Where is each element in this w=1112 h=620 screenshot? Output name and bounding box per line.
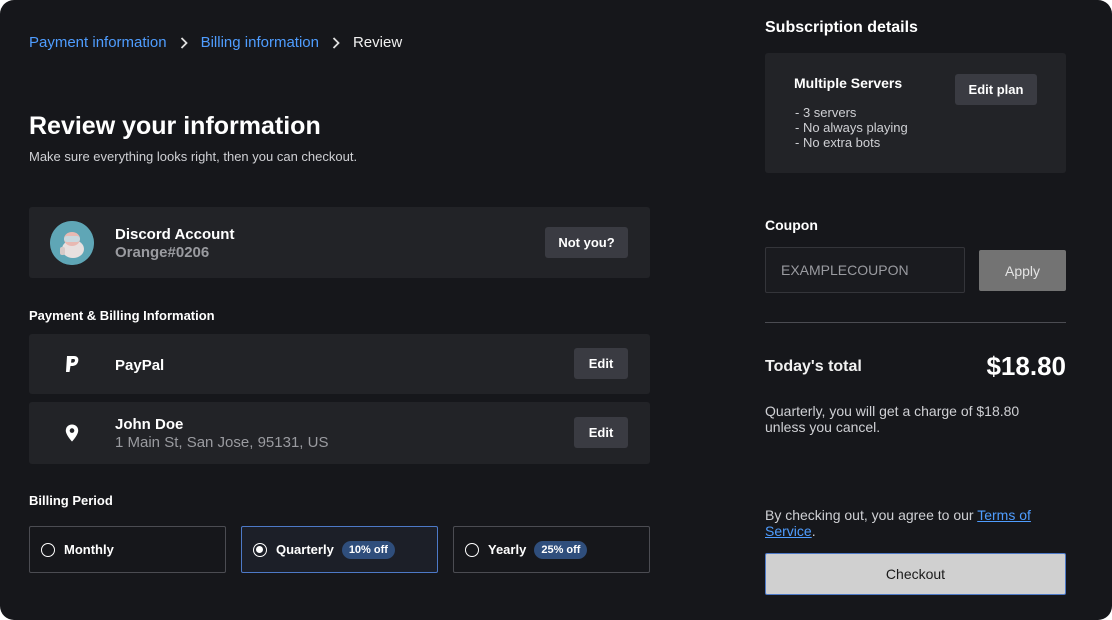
location-pin-icon — [62, 422, 82, 444]
terms-notice: By checking out, you agree to our Terms … — [765, 507, 1066, 539]
page-subtitle: Make sure everything looks right, then y… — [29, 149, 358, 164]
radio-yearly[interactable] — [465, 542, 479, 557]
not-you-button[interactable]: Not you? — [545, 227, 628, 258]
billing-address-card: John Doe 1 Main St, San Jose, 95131, US … — [29, 402, 650, 464]
subscription-card: Multiple Servers - 3 servers - No always… — [765, 53, 1066, 173]
coupon-input[interactable] — [765, 247, 965, 293]
paypal-icon — [62, 353, 82, 375]
plan-feature: - No extra bots — [795, 135, 881, 150]
terms-prefix: By checking out, you agree to our — [765, 507, 978, 523]
discount-badge: 10% off — [341, 540, 395, 559]
total-label: Today's total — [765, 358, 862, 375]
charge-note: Quarterly, you will get a charge of $18.… — [765, 403, 1020, 435]
apply-coupon-button[interactable]: Apply — [979, 250, 1066, 291]
page-title: Review your information — [29, 112, 321, 140]
billing-name: John Doe — [115, 416, 184, 433]
account-username: Orange#0206 — [115, 244, 210, 261]
order-summary-panel: Subscription details Multiple Servers - … — [765, 0, 1066, 620]
radio-monthly[interactable] — [41, 542, 55, 557]
coupon-label: Coupon — [765, 217, 818, 233]
checkout-window: Payment information Billing information … — [0, 0, 1112, 620]
checkout-button[interactable]: Checkout — [765, 553, 1066, 595]
payment-method-name: PayPal — [115, 357, 165, 374]
breadcrumb-billing-information[interactable]: Billing information — [201, 34, 319, 51]
terms-suffix: . — [811, 523, 816, 539]
period-option-quarterly[interactable]: Quarterly 10% off — [241, 526, 438, 573]
chevron-right-icon — [173, 36, 195, 49]
paypal-card: PayPal Edit — [29, 334, 650, 394]
period-label: Yearly — [488, 542, 527, 557]
account-title: Discord Account — [115, 226, 235, 243]
edit-payment-button[interactable]: Edit — [574, 348, 628, 379]
radio-quarterly[interactable] — [253, 542, 267, 557]
breadcrumb-payment-information[interactable]: Payment information — [29, 34, 167, 51]
period-option-monthly[interactable]: Monthly — [29, 526, 226, 573]
avatar — [50, 221, 94, 265]
period-option-yearly[interactable]: Yearly 25% off — [453, 526, 650, 573]
breadcrumb-current: Review — [352, 34, 403, 51]
period-label: Quarterly — [276, 542, 334, 557]
discount-badge: 25% off — [534, 540, 588, 559]
plan-feature: - 3 servers — [795, 105, 857, 120]
subscription-details-title: Subscription details — [765, 19, 918, 36]
breadcrumb: Payment information Billing information … — [29, 34, 402, 51]
payment-billing-heading: Payment & Billing Information — [29, 308, 215, 323]
billing-period-heading: Billing Period — [29, 493, 113, 508]
plan-features-list: - 3 servers - No always playing - No ext… — [795, 105, 908, 150]
billing-address-line: 1 Main St, San Jose, 95131, US — [115, 434, 329, 451]
period-label: Monthly — [64, 542, 114, 557]
total-amount: $18.80 — [986, 351, 1066, 381]
divider — [765, 322, 1066, 323]
edit-address-button[interactable]: Edit — [574, 417, 628, 448]
review-panel: Payment information Billing information … — [29, 0, 650, 620]
discord-account-card: Discord Account Orange#0206 Not you? — [29, 207, 650, 278]
plan-feature: - No always playing — [795, 120, 908, 135]
chevron-right-icon — [325, 36, 347, 49]
plan-name: Multiple Servers — [794, 75, 903, 91]
edit-plan-button[interactable]: Edit plan — [955, 74, 1037, 105]
